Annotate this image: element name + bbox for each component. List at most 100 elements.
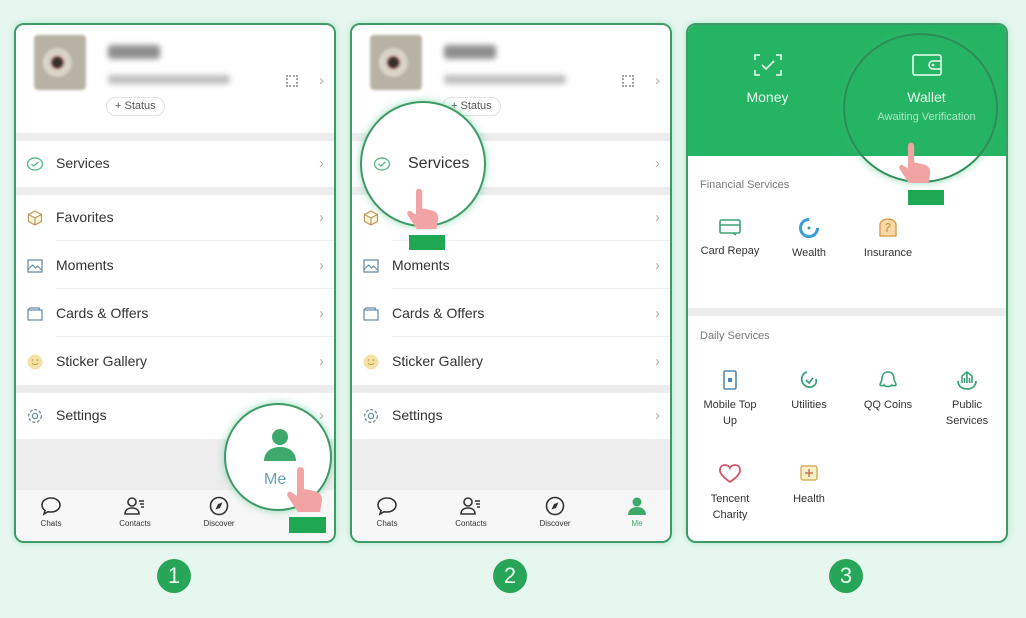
- insurance-icon: [879, 218, 897, 237]
- avatar[interactable]: [370, 35, 422, 90]
- moments-image-icon: [363, 259, 379, 273]
- avatar[interactable]: [34, 35, 86, 90]
- person-icon: [628, 497, 646, 515]
- chevron-right-icon: ›: [655, 155, 660, 172]
- menu-item-label: Settings: [56, 407, 107, 423]
- contacts-icon: [460, 497, 480, 515]
- step3-services-screen: Money Wallet Awaiting Verification Finan…: [686, 23, 1008, 543]
- card-repay-icon: [719, 219, 741, 236]
- service-label: Public Services: [945, 399, 989, 427]
- menu-item-cards-offers[interactable]: Cards & Offers ›: [16, 291, 334, 337]
- gear-icon: [28, 409, 42, 423]
- qr-code-icon[interactable]: [622, 75, 634, 87]
- chevron-right-icon: ›: [319, 407, 324, 424]
- empty-area: [352, 439, 670, 491]
- menu-item-label: Cards & Offers: [392, 305, 485, 321]
- utilities-icon: [800, 371, 818, 389]
- chevron-right-icon: ›: [655, 407, 660, 424]
- step1-me-screen: › + Status Services › Favorites › Moment…: [14, 23, 336, 543]
- qr-code-icon[interactable]: [286, 75, 298, 87]
- cards-folder-icon: [27, 307, 43, 321]
- section-title-financial: Financial Services: [700, 179, 790, 191]
- service-label: Utilities: [791, 399, 827, 411]
- service-label: Card Repay: [700, 245, 760, 257]
- divider: [688, 308, 1006, 316]
- sticker-smiley-icon: [363, 354, 379, 370]
- menu-item-label: Cards & Offers: [56, 305, 149, 321]
- chevron-right-icon: ›: [655, 72, 660, 89]
- chevron-right-icon: ›: [655, 305, 660, 322]
- menu-item-moments[interactable]: Moments ›: [16, 243, 334, 289]
- wealth-icon: [799, 218, 819, 238]
- menu-item-sticker-gallery[interactable]: Sticker Gallery ›: [16, 339, 334, 385]
- menu-item-sticker-gallery[interactable]: Sticker Gallery ›: [352, 339, 670, 385]
- tab-contacts[interactable]: Contacts: [436, 496, 506, 528]
- moments-image-icon: [27, 259, 43, 273]
- tab-label: Discover: [539, 519, 571, 528]
- chevron-right-icon: ›: [319, 353, 324, 370]
- chat-bubble-icon: [377, 497, 397, 516]
- chevron-right-icon: ›: [319, 305, 324, 322]
- profile-header[interactable]: › + Status: [16, 25, 334, 133]
- charity-heart-icon: [719, 464, 741, 484]
- services-icon: [373, 157, 391, 171]
- tab-chats[interactable]: Chats: [352, 496, 422, 528]
- tab-label: Discover: [203, 519, 235, 528]
- favorites-cube-icon: [27, 210, 43, 226]
- chevron-right-icon: ›: [319, 155, 324, 172]
- service-tencent-charity[interactable]: Tencent Charity: [691, 463, 769, 523]
- service-mobile-top-up[interactable]: Mobile Top Up: [691, 369, 769, 429]
- menu-item-label: Settings: [392, 407, 443, 423]
- add-status-button[interactable]: + Status: [106, 97, 165, 116]
- menu-item-moments[interactable]: Moments ›: [352, 243, 670, 289]
- row-separator: [56, 240, 334, 241]
- tab-contacts[interactable]: Contacts: [100, 496, 170, 528]
- service-utilities[interactable]: Utilities: [770, 369, 848, 413]
- menu-item-settings[interactable]: Settings ›: [352, 393, 670, 439]
- profile-id-blurred: [444, 75, 566, 84]
- section-title-daily: Daily Services: [700, 330, 770, 342]
- service-health[interactable]: Health: [770, 463, 848, 507]
- chevron-right-icon: ›: [319, 209, 324, 226]
- row-separator: [56, 288, 334, 289]
- menu-item-cards-offers[interactable]: Cards & Offers ›: [352, 291, 670, 337]
- compass-icon: [545, 496, 565, 516]
- cards-folder-icon: [363, 307, 379, 321]
- tab-chats[interactable]: Chats: [16, 496, 86, 528]
- money-button[interactable]: Money: [688, 25, 847, 156]
- divider: [16, 385, 334, 393]
- tab-me[interactable]: Me: [602, 496, 670, 528]
- gear-icon: [364, 409, 378, 423]
- step-badge-3: 3: [829, 559, 863, 593]
- hand-cuff: [908, 190, 944, 205]
- chat-bubble-icon: [41, 497, 61, 516]
- service-label: Tencent Charity: [710, 493, 750, 521]
- chevron-right-icon: ›: [655, 257, 660, 274]
- service-card-repay[interactable]: Card Repay: [691, 217, 769, 259]
- menu-item-services[interactable]: Services ›: [16, 141, 334, 187]
- tab-discover[interactable]: Discover: [184, 496, 254, 528]
- tab-label: Chats: [376, 519, 398, 528]
- divider: [352, 385, 670, 393]
- qq-coins-icon: [879, 371, 897, 388]
- tab-label: Contacts: [119, 519, 151, 528]
- menu-item-favorites[interactable]: Favorites ›: [16, 195, 334, 241]
- profile-name-blurred: [444, 45, 496, 59]
- tab-label: Contacts: [455, 519, 487, 528]
- person-icon: [264, 429, 296, 461]
- divider: [16, 187, 334, 195]
- health-icon: [800, 465, 818, 481]
- bottom-tab-bar: Chats Contacts Discover Me: [352, 489, 670, 541]
- money-label: Money: [746, 89, 789, 105]
- compass-icon: [209, 496, 229, 516]
- service-label: Wealth: [791, 247, 827, 259]
- service-qq-coins[interactable]: QQ Coins: [849, 369, 927, 413]
- divider: [16, 133, 334, 141]
- tab-discover[interactable]: Discover: [520, 496, 590, 528]
- service-wealth[interactable]: Wealth: [770, 217, 848, 261]
- service-insurance[interactable]: Insurance: [849, 217, 927, 261]
- service-public-services[interactable]: Public Services: [928, 369, 1006, 429]
- hand-cuff: [289, 517, 326, 533]
- money-scan-icon: [753, 54, 782, 76]
- contacts-icon: [124, 497, 144, 515]
